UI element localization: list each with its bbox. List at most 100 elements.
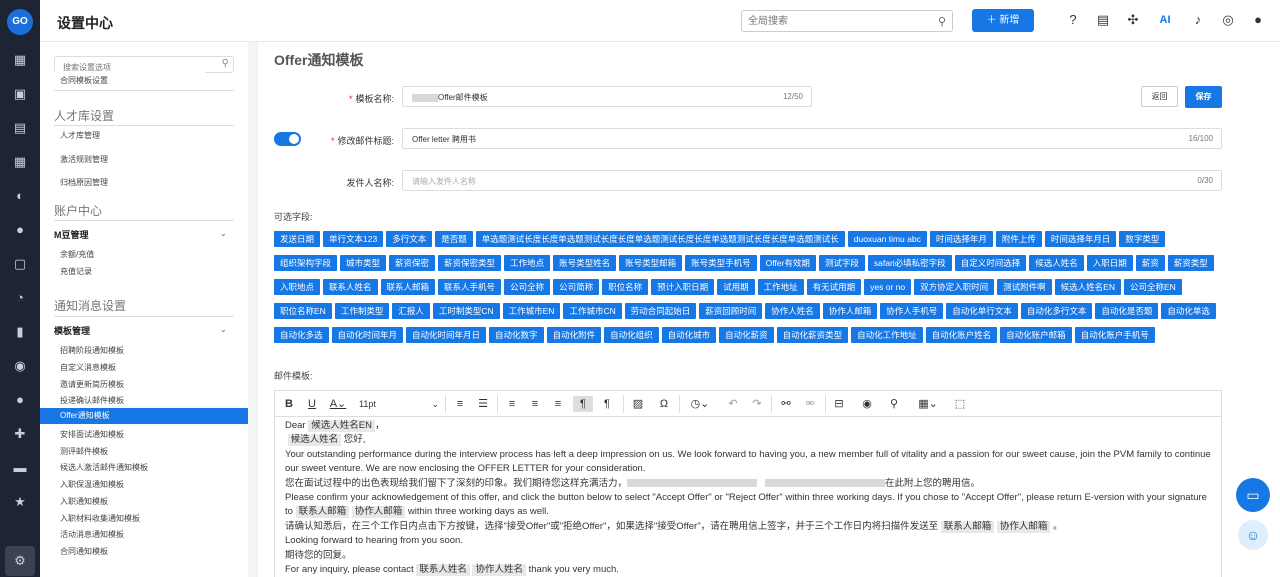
preview-icon[interactable]: ◉ — [857, 396, 877, 412]
field-chip[interactable]: 公司全称EN — [1123, 279, 1182, 295]
clock-icon[interactable]: ◷⌄ — [685, 396, 715, 412]
search-icon[interactable]: ⚲ — [938, 15, 946, 28]
field-chip[interactable]: 时间选择年月 — [929, 231, 993, 247]
field-chip[interactable]: 测试附件啊 — [997, 279, 1052, 295]
back-button[interactable]: 返回 — [1141, 86, 1178, 107]
field-chip[interactable]: 自动化是否题 — [1095, 303, 1159, 319]
field-chip[interactable]: Offer有效期 — [759, 255, 816, 271]
resume-icon[interactable]: ▤ — [12, 120, 28, 136]
field-chip[interactable]: 联系人姓名 — [323, 279, 378, 295]
sidebar-item[interactable]: 合同通知模板 — [60, 546, 108, 557]
search-icon[interactable]: ⚲ — [222, 58, 229, 69]
chevron-down-icon[interactable]: ⌄ — [220, 325, 227, 334]
sidebar-item[interactable]: 入职材料收集通知模板 — [60, 513, 140, 524]
field-chip[interactable]: 附件上传 — [995, 231, 1042, 247]
field-chip[interactable]: 预计入职日期 — [651, 279, 715, 295]
group-m-beans[interactable]: M豆管理 — [54, 228, 89, 241]
sidebar-item[interactable]: 充值记录 — [60, 266, 92, 277]
font-color-icon[interactable]: A⌄ — [327, 396, 349, 412]
field-chip[interactable]: 公司全称 — [504, 279, 551, 295]
sidebar-item[interactable]: 余额/充值 — [60, 249, 94, 260]
field-chip[interactable]: 职位名称 — [602, 279, 649, 295]
field-chip[interactable]: 双方协定入职时间 — [914, 279, 995, 295]
new-button[interactable]: ＋ 新增 — [972, 9, 1034, 32]
field-chip[interactable]: 薪资 — [1135, 255, 1165, 271]
sender-input[interactable]: 请输入发件人名称 0/30 — [402, 170, 1222, 191]
subject-toggle[interactable] — [274, 132, 301, 146]
field-chip[interactable]: 薪资保密类型 — [438, 255, 502, 271]
field-chip[interactable]: 联系人手机号 — [438, 279, 502, 295]
sidebar-item[interactable]: 自定义消息模板 — [60, 362, 116, 373]
field-chip[interactable]: 工作地址 — [757, 279, 804, 295]
field-chip[interactable]: 协作人姓名 — [765, 303, 820, 319]
field-chip[interactable]: 自动化工作地址 — [851, 327, 923, 343]
sidebar-item[interactable]: 安排面试通知模板 — [60, 429, 124, 440]
compass-icon[interactable]: ◎ — [1220, 12, 1236, 28]
briefcase-icon[interactable]: ▣ — [12, 86, 28, 102]
field-chip[interactable]: 公司简称 — [553, 279, 600, 295]
field-chip[interactable]: 多行文本 — [386, 231, 433, 247]
special-char-icon[interactable]: Ω — [655, 396, 673, 412]
field-chip[interactable]: 自动化多行文本 — [1020, 303, 1093, 319]
field-chip[interactable]: 自动化单行文本 — [946, 303, 1018, 319]
wechat-icon[interactable]: ◐ — [12, 188, 28, 204]
field-chip[interactable]: 测试字段 — [818, 255, 865, 271]
field-chip[interactable]: 自动化单选 — [1161, 303, 1216, 319]
select-all-icon[interactable]: ⬚ — [951, 396, 969, 412]
field-chip[interactable]: 工作城市EN — [502, 303, 561, 319]
field-chip[interactable]: 工作城市CN — [563, 303, 622, 319]
field-chip[interactable]: 联系人邮箱 — [380, 279, 436, 295]
field-chip[interactable]: 协作人邮箱 — [822, 303, 878, 319]
field-chip[interactable]: 数字类型 — [1119, 231, 1166, 247]
field-chip[interactable]: 工作地点 — [504, 255, 551, 271]
align-right-icon[interactable]: ≡ — [549, 396, 567, 412]
ai-icon[interactable]: AI — [1157, 12, 1173, 28]
field-chip[interactable]: 自动化组织 — [604, 327, 659, 343]
sidebar-item[interactable]: 归档原因管理 — [60, 177, 108, 188]
align-left-icon[interactable]: ≡ — [503, 396, 521, 412]
redo-icon[interactable]: ↷ — [749, 396, 765, 412]
field-chip[interactable]: 自动化城市 — [661, 327, 717, 343]
field-chip[interactable]: yes or no — [864, 279, 912, 295]
save-button[interactable]: 保存 — [1185, 86, 1222, 108]
document-icon[interactable]: ▤ — [1095, 12, 1111, 28]
star-icon[interactable]: ★ — [12, 494, 28, 510]
chevron-down-icon[interactable]: ⌄ — [220, 229, 227, 238]
field-chip[interactable]: 自动化多选 — [274, 327, 329, 343]
user-add-icon[interactable]: ✚ — [12, 426, 28, 442]
sidebar-item[interactable]: 招聘阶段通知模板 — [60, 345, 124, 356]
field-chip[interactable]: 单行文本123 — [323, 231, 384, 247]
field-chip[interactable]: 账号类型手机号 — [685, 255, 757, 271]
sidebar-item-offer-active[interactable]: Offer通知模板 — [40, 408, 248, 424]
sidebar-item[interactable]: 入职通知模板 — [60, 496, 108, 507]
global-search[interactable]: ⚲ — [741, 10, 953, 32]
play-icon[interactable]: ● — [12, 222, 28, 238]
sidebar-item-contract-template[interactable]: 合同模板设置 — [60, 75, 108, 86]
field-chip[interactable]: 账号类型姓名 — [553, 255, 617, 271]
field-chip[interactable]: 候选人姓名EN — [1054, 279, 1121, 295]
settings-icon[interactable]: ⚙ — [5, 546, 35, 576]
field-chip[interactable]: 薪资回顾时间 — [699, 303, 763, 319]
chat-support-icon[interactable]: ▭ — [1236, 478, 1270, 512]
field-chip[interactable]: 时间选择年月日 — [1044, 231, 1117, 247]
field-chip[interactable]: 试用期 — [717, 279, 755, 295]
field-chip[interactable]: 自动化薪资 — [719, 327, 774, 343]
help-icon[interactable]: ? — [1065, 12, 1081, 28]
field-chip[interactable]: 自动化账户手机号 — [1074, 327, 1155, 343]
sidebar-item[interactable]: 测评邮件模板 — [60, 446, 108, 457]
sidebar-item[interactable]: 入职保温通知模板 — [60, 479, 124, 490]
field-chip[interactable]: 自动化数字 — [489, 327, 544, 343]
field-chip[interactable]: 入职地点 — [274, 279, 321, 295]
editor-body[interactable]: Dear 候选人姓名EN， 候选人姓名 您好, Your outstanding… — [275, 417, 1221, 577]
sidebar-search-input[interactable] — [55, 60, 205, 75]
message-icon[interactable]: ▬ — [12, 460, 28, 476]
field-chip[interactable]: 组织架构字段 — [274, 255, 338, 271]
search-icon[interactable]: ⚲ — [885, 396, 903, 412]
field-chip[interactable]: 单选题测试长度长度单选题测试长度长度单选题测试长度长度单选题测试长度长度单选题测… — [475, 231, 845, 247]
underline-icon[interactable]: U — [304, 396, 320, 412]
bell-icon[interactable]: ♪ — [1190, 12, 1206, 28]
ordered-list-icon[interactable]: ≡ — [451, 396, 469, 412]
sidebar-item[interactable]: 投递确认邮件模板 — [60, 395, 124, 406]
unlink-icon[interactable]: ⚮ — [801, 396, 819, 412]
link-icon[interactable]: ⚯ — [777, 396, 795, 412]
